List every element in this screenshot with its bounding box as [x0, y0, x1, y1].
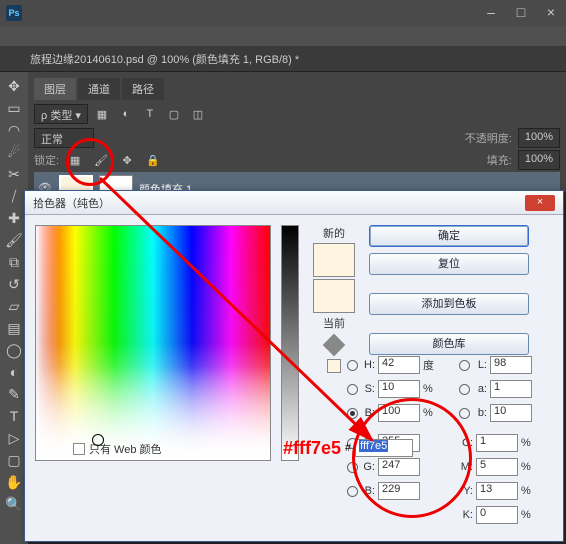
add-swatch-button[interactable]: 添加到色板 [369, 293, 529, 315]
gradient-tool-icon[interactable]: ▤ [3, 318, 25, 338]
menubar [0, 26, 566, 46]
hue-slider[interactable] [281, 225, 299, 461]
k-input[interactable]: 0 [476, 506, 518, 524]
document-tab[interactable]: 旅程边缘20140610.psd @ 100% (颜色填充 1, RGB/8) … [0, 46, 566, 72]
lock-trans-icon[interactable]: ▦ [65, 150, 85, 170]
lasso-tool-icon[interactable]: ◠ [3, 120, 25, 140]
current-color-swatch[interactable] [313, 279, 355, 313]
l-input[interactable]: 98 [490, 356, 532, 374]
m-input[interactable]: 5 [476, 458, 518, 476]
lock-pixel-icon[interactable]: 🖌 [91, 150, 111, 170]
heal-tool-icon[interactable]: ✚ [3, 208, 25, 228]
lab-b-input[interactable]: 10 [490, 404, 532, 422]
opacity-label: 不透明度: [465, 130, 512, 146]
radio-l[interactable] [459, 360, 470, 371]
radio-h[interactable] [347, 360, 358, 371]
h-input[interactable]: 42 [378, 356, 420, 374]
hex-label: # [345, 442, 351, 454]
current-color-label: 当前 [309, 315, 359, 331]
fill-input[interactable]: 100% [518, 150, 560, 170]
radio-lab-b[interactable] [459, 408, 470, 419]
radio-a[interactable] [459, 384, 470, 395]
filter-type-icon[interactable]: T [140, 104, 160, 124]
new-color-swatch [313, 243, 355, 277]
layers-panel: 图层 通道 路径 ρ 类型 ▾ ▦ ◐ T ▢ ◫ 正常 不透明度: 100% [28, 72, 566, 192]
s-input[interactable]: 10 [378, 380, 420, 398]
fill-label: 填充: [487, 152, 512, 168]
tab-paths[interactable]: 路径 [122, 78, 164, 100]
close-button[interactable]: × [536, 3, 566, 23]
color-picker-dialog: 拾色器（纯色） × 新的 当前 确定 复位 添加到色板 颜色库 H:42度 [24, 190, 564, 542]
minimize-button[interactable]: – [476, 3, 506, 23]
lock-all-icon[interactable]: 🔒 [143, 150, 163, 170]
stamp-tool-icon[interactable]: ⧉ [3, 252, 25, 272]
filter-adjust-icon[interactable]: ◐ [116, 104, 136, 124]
type-tool-icon[interactable]: T [3, 406, 25, 426]
dialog-close-button[interactable]: × [525, 195, 555, 211]
bv-input[interactable]: 100 [378, 404, 420, 422]
maximize-button[interactable]: □ [506, 3, 536, 23]
brush-tool-icon[interactable]: 🖌 [3, 230, 25, 250]
path-tool-icon[interactable]: ▷ [3, 428, 25, 448]
filter-shape-icon[interactable]: ▢ [164, 104, 184, 124]
color-field[interactable] [35, 225, 271, 461]
y-input[interactable]: 13 [476, 482, 518, 500]
dialog-title: 拾色器（纯色） [33, 195, 110, 211]
dodge-tool-icon[interactable]: ◐ [3, 362, 25, 382]
lock-label: 锁定: [34, 152, 59, 168]
g-input[interactable]: 247 [378, 458, 420, 476]
webonly-checkbox[interactable] [73, 443, 85, 455]
move-tool-icon[interactable]: ✥ [3, 76, 25, 96]
filter-pixel-icon[interactable]: ▦ [92, 104, 112, 124]
hex-input[interactable]: fff7e5 [355, 439, 413, 457]
zoom-tool-icon[interactable]: 🔍 [3, 494, 25, 514]
history-brush-icon[interactable]: ↺ [3, 274, 25, 294]
color-lib-button[interactable]: 颜色库 [369, 333, 529, 355]
dialog-titlebar[interactable]: 拾色器（纯色） × [25, 191, 563, 215]
lock-pos-icon[interactable]: ✥ [117, 150, 137, 170]
hand-tool-icon[interactable]: ✋ [3, 472, 25, 492]
tab-layers[interactable]: 图层 [34, 78, 76, 100]
tab-channels[interactable]: 通道 [78, 78, 120, 100]
wand-tool-icon[interactable]: ☄ [3, 142, 25, 162]
new-color-label: 新的 [309, 225, 359, 241]
opacity-input[interactable]: 100% [518, 128, 560, 148]
cancel-button[interactable]: 复位 [369, 253, 529, 275]
blend-mode-select[interactable]: 正常 [34, 128, 94, 148]
crop-tool-icon[interactable]: ✂ [3, 164, 25, 184]
color-cursor[interactable] [92, 434, 104, 446]
filter-smart-icon[interactable]: ◫ [188, 104, 208, 124]
annotation-hex: #fff7e5 [283, 438, 341, 459]
websafe-swatch[interactable] [327, 359, 341, 373]
app-titlebar: Ps – □ × [0, 0, 566, 26]
app-icon: Ps [6, 5, 22, 21]
radio-g[interactable] [347, 462, 358, 473]
radio-b[interactable] [347, 408, 358, 419]
gamut-warning-icon[interactable] [323, 334, 346, 357]
marquee-tool-icon[interactable]: ▭ [3, 98, 25, 118]
blur-tool-icon[interactable]: ◯ [3, 340, 25, 360]
layer-kind-select[interactable]: ρ 类型 ▾ [34, 104, 88, 124]
eraser-tool-icon[interactable]: ▱ [3, 296, 25, 316]
bb-input[interactable]: 229 [378, 482, 420, 500]
a-input[interactable]: 1 [490, 380, 532, 398]
c-input[interactable]: 1 [476, 434, 518, 452]
radio-s[interactable] [347, 384, 358, 395]
ok-button[interactable]: 确定 [369, 225, 529, 247]
eyedropper-tool-icon[interactable]: ⧸ [3, 186, 25, 206]
radio-bb[interactable] [347, 486, 358, 497]
pen-tool-icon[interactable]: ✎ [3, 384, 25, 404]
shape-tool-icon[interactable]: ▢ [3, 450, 25, 470]
